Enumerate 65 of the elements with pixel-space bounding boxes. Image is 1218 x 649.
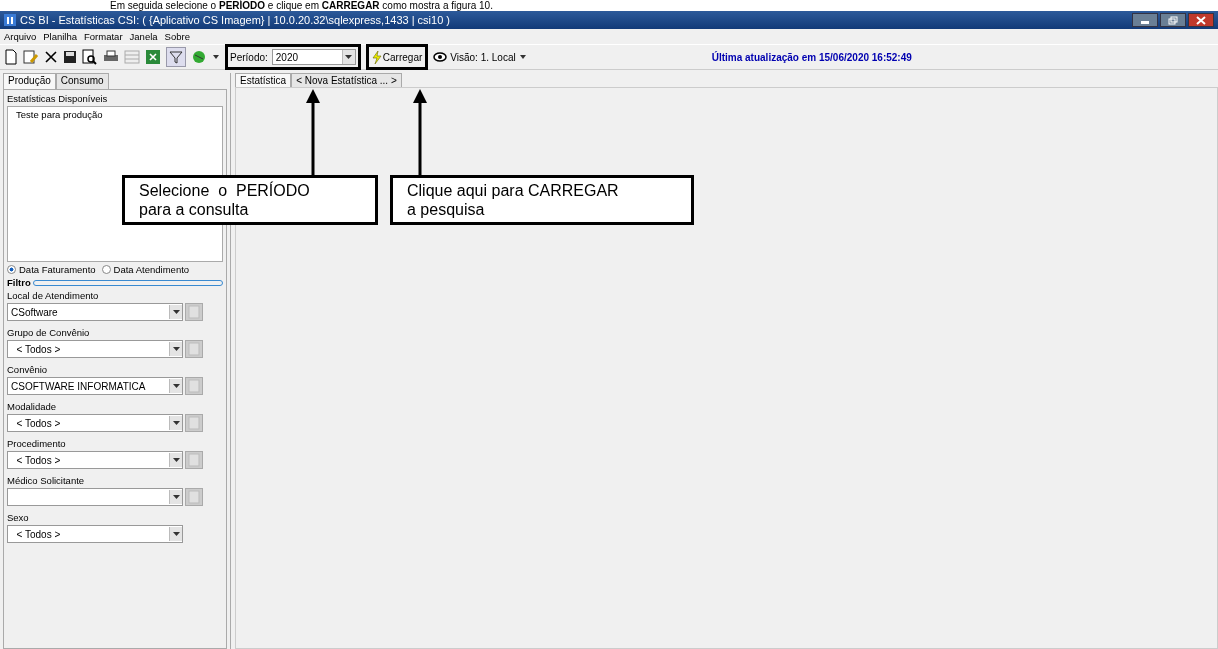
period-dropdown[interactable]: 2020 — [271, 49, 356, 65]
filter-dropdown[interactable]: < Todos > — [7, 414, 183, 432]
caption-text: Em seguida selecione o PERÍODO e clique em CARREGAR como mostra a figura 10. — [109, 0, 494, 11]
minimize-button[interactable] — [1132, 13, 1158, 27]
spreadsheet-icon[interactable] — [145, 49, 161, 65]
filter-dropdown[interactable]: < Todos > — [7, 451, 183, 469]
filter-label: Local de Atendimento — [7, 290, 100, 301]
filter-label: Procedimento — [7, 438, 67, 449]
caret-icon — [345, 55, 353, 59]
close-icon — [1196, 15, 1206, 25]
filter-dropdown[interactable]: CSoftware — [7, 303, 183, 321]
close-button[interactable] — [1188, 13, 1214, 27]
stats-label: Estatísticas Disponíveis — [7, 93, 109, 104]
filter-label: Grupo de Convênio — [7, 327, 91, 338]
caret-icon — [172, 421, 180, 425]
filter-dropdown[interactable]: < Todos > — [7, 525, 183, 543]
menu-item[interactable]: Formatar — [84, 31, 123, 42]
date-radio[interactable]: Data Atendimento — [101, 264, 190, 275]
new-document-icon[interactable] — [4, 49, 18, 65]
tree-item[interactable]: Teste para produção — [16, 109, 103, 120]
minimize-icon — [1141, 21, 1149, 24]
document-tab[interactable]: < Nova Estatística ... > — [291, 73, 402, 87]
last-update-text: Última atualização em 15/06/2020 16:52:49 — [711, 51, 912, 63]
callout-text: Selecione o PERÍODO para a consulta — [122, 175, 378, 225]
document-tab[interactable]: Estatística — [235, 73, 292, 87]
caret-icon — [172, 458, 180, 462]
caret-icon — [172, 347, 180, 351]
period-label: Período: — [230, 51, 268, 63]
filter-dropdown[interactable] — [7, 488, 183, 506]
print-preview-icon[interactable] — [82, 49, 98, 65]
save-icon[interactable] — [63, 50, 77, 64]
view-dropdown[interactable]: Visão: 1. Local — [433, 51, 527, 63]
panel-tab[interactable]: Consumo — [55, 73, 109, 89]
caret-icon — [172, 310, 180, 314]
menu-item[interactable]: Arquivo — [4, 31, 37, 42]
caret-icon — [172, 495, 180, 499]
menu-item[interactable]: Janela — [129, 31, 158, 42]
caret-icon — [172, 532, 180, 536]
dropdown-caret-icon[interactable] — [212, 53, 220, 61]
load-button[interactable]: Carregar — [370, 50, 424, 64]
menu-item[interactable]: Sobre — [164, 31, 190, 42]
globe-icon[interactable] — [191, 49, 207, 65]
filter-label: Convênio — [7, 364, 49, 375]
caret-icon — [518, 54, 527, 60]
filter-icon[interactable] — [166, 47, 186, 67]
menu-item[interactable]: Planilha — [43, 31, 78, 42]
edit-document-icon[interactable] — [23, 49, 39, 65]
panel-tab[interactable]: Produção — [3, 73, 56, 89]
filter-label: Modalidade — [7, 401, 58, 412]
filter-label: Sexo — [7, 512, 30, 523]
restore-button[interactable] — [1160, 13, 1186, 27]
lightning-icon — [371, 50, 382, 64]
filter-dropdown[interactable]: CSOFTWARE INFORMATICA — [7, 377, 183, 395]
printer-icon[interactable] — [103, 50, 119, 64]
restore-icon — [1168, 15, 1178, 25]
filter-title: Filtro — [7, 277, 31, 288]
delete-icon[interactable] — [44, 50, 58, 64]
filter-dropdown[interactable]: < Todos > — [7, 340, 183, 358]
app-icon — [4, 14, 16, 26]
window-title: CS BI - Estatísticas CSI: ( {Aplicativo CS Imagem} | 10.0.20.32\sqlexpress,1433 | csi10 ) — [20, 14, 450, 26]
filter-label: Médico Solicitante — [7, 475, 86, 486]
caret-icon — [172, 384, 180, 388]
callout-text: Clique aqui para CARREGAR a pesquisa — [390, 175, 694, 225]
date-radio[interactable]: Data Faturamento — [7, 264, 96, 275]
eye-icon — [433, 52, 448, 62]
